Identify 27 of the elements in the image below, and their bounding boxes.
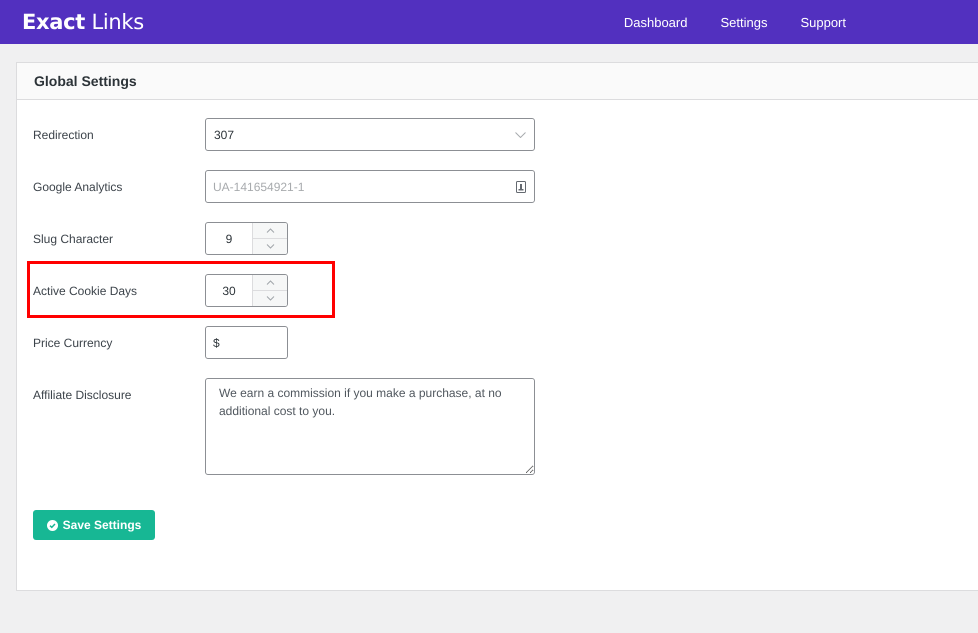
increment-button[interactable] [253, 275, 287, 290]
chevron-down-icon [266, 296, 274, 301]
number-field[interactable]: 30 [205, 274, 288, 307]
nav-link[interactable]: Settings [720, 14, 768, 30]
disclosure-textarea[interactable]: We earn a commission if you make a purchase, at no additional cost to you. [205, 378, 535, 475]
field-label: Active Cookie Days [33, 283, 138, 298]
chevron-down-icon [515, 132, 526, 138]
field-label: Price Currency [33, 335, 114, 350]
text-field[interactable]: UA-141654921-1 [205, 170, 535, 203]
field-label: Affiliate Disclosure [33, 387, 132, 402]
currency-field[interactable]: $ [205, 326, 288, 359]
number-field[interactable]: 9 [205, 222, 288, 255]
brand-logo: Exact Links [22, 10, 144, 34]
increment-button[interactable] [253, 223, 287, 238]
decrement-button[interactable] [253, 238, 287, 254]
field-label: Slug Character [33, 231, 114, 246]
panel-title: Global Settings [34, 73, 137, 89]
redirection-select[interactable]: 307 [205, 118, 535, 151]
check-circle-icon [46, 520, 58, 530]
field-label: Google Analytics [33, 179, 124, 194]
chevron-up-icon [266, 228, 274, 233]
nav-link[interactable]: Support [800, 14, 846, 30]
field-label: Redirection [33, 127, 95, 142]
nav-link[interactable]: Dashboard [624, 14, 688, 30]
decrement-button[interactable] [253, 290, 287, 306]
chevron-up-icon [266, 280, 274, 285]
chevron-down-icon [266, 244, 274, 249]
